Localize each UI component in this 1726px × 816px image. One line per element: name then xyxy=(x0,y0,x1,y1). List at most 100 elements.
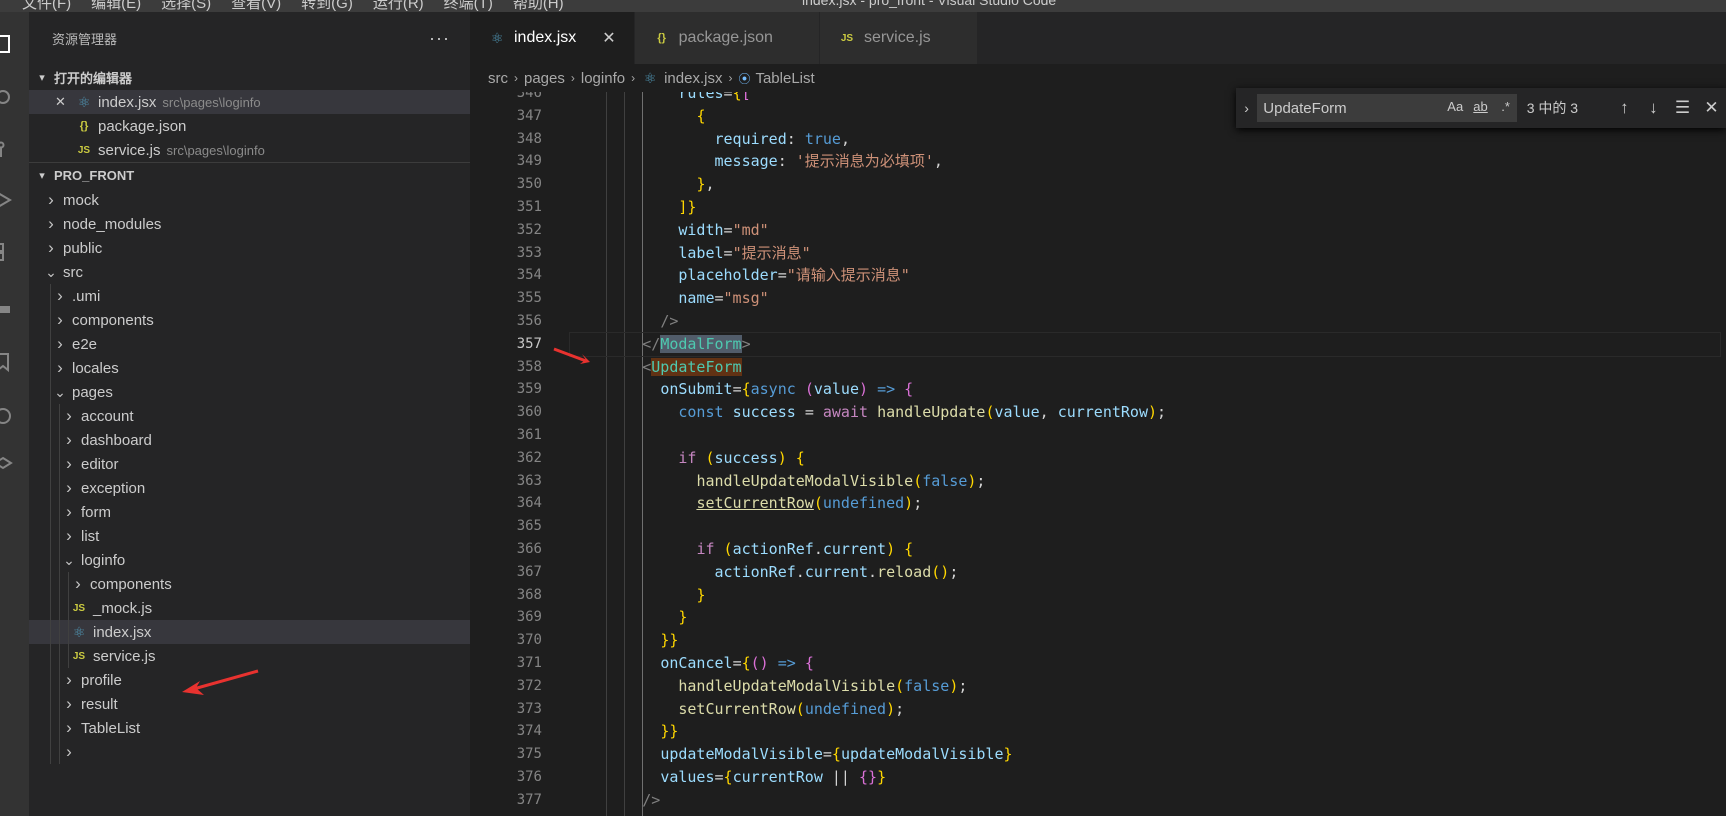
previous-match-icon[interactable]: ↑ xyxy=(1610,98,1639,118)
code-line[interactable]: updateModalVisible={updateModalVisible} xyxy=(570,743,1720,766)
more-actions-icon[interactable]: ··· xyxy=(429,28,450,49)
close-find-icon[interactable]: ✕ xyxy=(1697,98,1726,118)
folder-item[interactable]: › components xyxy=(29,308,470,332)
code-line[interactable]: if (success) { xyxy=(570,447,1720,470)
menu-item[interactable]: 终端(T) xyxy=(444,0,493,12)
folder-item[interactable]: › form xyxy=(29,500,470,524)
file-item[interactable]: ⚛ index.jsx xyxy=(29,620,470,644)
tab-package-json[interactable]: {} package.json xyxy=(634,12,820,64)
code-line[interactable]: }, xyxy=(570,173,1720,196)
regex-icon[interactable]: .* xyxy=(1501,99,1510,114)
folder-item[interactable]: › .umi xyxy=(29,284,470,308)
folder-item[interactable]: ⌄ loginfo xyxy=(29,548,470,572)
menu-item[interactable]: 运行(R) xyxy=(373,0,424,12)
folder-item[interactable]: › e2e xyxy=(29,332,470,356)
docker-icon[interactable] xyxy=(0,288,29,328)
search-icon[interactable] xyxy=(0,78,29,118)
menu-item[interactable]: 帮助(H) xyxy=(513,0,564,12)
chevron-right-icon: › xyxy=(57,310,63,329)
open-editor-item[interactable]: JS service.js src\pages\loginfo xyxy=(29,138,470,162)
code-line[interactable]: /> xyxy=(570,789,1720,812)
menu-item[interactable]: 转到(G) xyxy=(301,0,353,12)
menu-item[interactable]: 文件(F) xyxy=(22,0,71,12)
menu-item[interactable]: 编辑(E) xyxy=(91,0,141,12)
folder-item[interactable]: › public xyxy=(29,236,470,260)
folder-item[interactable]: › TableList xyxy=(29,716,470,740)
code-line[interactable]: width="md" xyxy=(570,219,1720,242)
breadcrumb-item[interactable]: src xyxy=(488,70,508,87)
layers-icon[interactable] xyxy=(0,446,29,486)
code-line[interactable]: <UpdateForm xyxy=(570,356,1720,379)
close-tab-icon[interactable]: ✕ xyxy=(602,28,615,48)
extensions-icon[interactable] xyxy=(0,232,29,272)
tab-service-js[interactable]: JS service.js xyxy=(819,12,978,64)
file-item[interactable]: JS service.js xyxy=(29,644,470,668)
folder-item[interactable]: › list xyxy=(29,524,470,548)
breadcrumb-item[interactable]: loginfo xyxy=(581,70,625,87)
menu-item[interactable]: 选择(S) xyxy=(161,0,211,12)
code-line[interactable] xyxy=(570,424,1720,447)
match-case-icon[interactable]: Aa xyxy=(1447,99,1463,114)
folder-item[interactable]: › exception xyxy=(29,476,470,500)
code-line[interactable]: } xyxy=(570,584,1720,607)
breadcrumb-item[interactable]: pages xyxy=(524,70,565,87)
code-line[interactable]: actionRef.current.reload(); xyxy=(570,561,1720,584)
code-line[interactable]: if (actionRef.current) { xyxy=(570,538,1720,561)
folder-item[interactable]: › dashboard xyxy=(29,428,470,452)
code-line[interactable]: </ModalForm> xyxy=(569,331,1721,357)
explorer-icon[interactable] xyxy=(0,24,29,64)
folder-item[interactable]: › editor xyxy=(29,452,470,476)
code-line[interactable]: onSubmit={async (value) => { xyxy=(570,378,1720,401)
code-line[interactable]: values={currentRow || {}} xyxy=(570,766,1720,789)
code-line[interactable]: ]} xyxy=(570,196,1720,219)
bookmark-icon[interactable] xyxy=(0,342,29,382)
code-line[interactable]: label="提示消息" xyxy=(570,242,1720,265)
code-line[interactable]: handleUpdateModalVisible(false); xyxy=(570,470,1720,493)
folder-item[interactable]: › mock xyxy=(29,188,470,212)
code-line[interactable]: }} xyxy=(570,629,1720,652)
project-section[interactable]: ▾ PRO_FRONT xyxy=(29,162,470,188)
menu-item[interactable]: 查看(V) xyxy=(231,0,281,12)
tab-index-jsx[interactable]: ⚛ index.jsx ✕ xyxy=(470,12,635,64)
run-debug-icon[interactable] xyxy=(0,180,29,220)
file-item[interactable]: JS _mock.js xyxy=(29,596,470,620)
find-input[interactable]: UpdateForm Aa ab .* xyxy=(1257,94,1517,122)
code-line[interactable]: handleUpdateModalVisible(false); xyxy=(570,675,1720,698)
close-icon[interactable]: ✕ xyxy=(55,94,75,110)
open-editors-section[interactable]: ▾ 打开的编辑器 xyxy=(29,64,470,90)
code-view[interactable]: 346 347 348 349 350 351 352 353 354 355 356 357 358 3… xyxy=(470,92,1726,816)
code-line[interactable]: onCancel={() => { xyxy=(570,652,1720,675)
breadcrumb-item[interactable]: ⚛ index.jsx xyxy=(641,70,723,87)
code-line[interactable] xyxy=(570,812,1720,816)
code-line[interactable]: /> xyxy=(570,310,1720,333)
toggle-replace-icon[interactable]: › xyxy=(1236,100,1257,116)
open-editor-item[interactable]: ✕ ⚛ index.jsx src\pages\loginfo xyxy=(29,90,470,114)
folder-item[interactable]: › account xyxy=(29,404,470,428)
code-line[interactable]: }} xyxy=(570,720,1720,743)
chevron-down-icon: ▾ xyxy=(39,71,45,84)
find-in-selection-icon[interactable]: ☰ xyxy=(1668,98,1697,118)
remote-icon[interactable] xyxy=(0,396,29,436)
indent-guide xyxy=(50,356,51,380)
open-editor-item[interactable]: {} package.json xyxy=(29,114,470,138)
code-line[interactable]: name="msg" xyxy=(570,287,1720,310)
folder-item[interactable]: ⌄ src xyxy=(29,260,470,284)
line-number: 355 xyxy=(516,290,542,307)
code-line[interactable]: message: '提示消息为必填项', xyxy=(570,150,1720,173)
folder-item[interactable]: › xyxy=(29,740,470,764)
code-line[interactable]: required: true, xyxy=(570,128,1720,151)
code-line[interactable]: placeholder="请输入提示消息" xyxy=(570,264,1720,287)
folder-item[interactable]: › node_modules xyxy=(29,212,470,236)
folder-item[interactable]: › locales xyxy=(29,356,470,380)
folder-item[interactable]: ⌄ pages xyxy=(29,380,470,404)
code-line[interactable]: const success = await handleUpdate(value… xyxy=(570,401,1720,424)
code-line[interactable] xyxy=(570,515,1720,538)
next-match-icon[interactable]: ↓ xyxy=(1639,98,1668,118)
code-line[interactable]: } xyxy=(570,606,1720,629)
folder-item[interactable]: › components xyxy=(29,572,470,596)
code-line[interactable]: setCurrentRow(undefined); xyxy=(570,492,1720,515)
breadcrumb-item[interactable]: ⦿ TableList xyxy=(738,70,814,87)
source-control-icon[interactable] xyxy=(0,130,29,170)
match-word-icon[interactable]: ab xyxy=(1473,99,1487,114)
code-line[interactable]: setCurrentRow(undefined); xyxy=(570,698,1720,721)
